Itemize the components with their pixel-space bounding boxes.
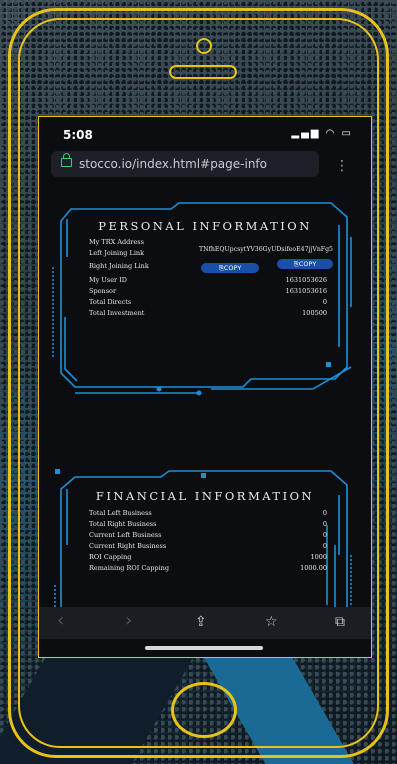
row-value: 1631053626 bbox=[285, 276, 327, 284]
personal-info-title: PERSONAL INFORMATION bbox=[98, 219, 312, 233]
camera-icon bbox=[196, 38, 212, 54]
row-label: Right Joining Link bbox=[89, 262, 149, 270]
info-row-current-right-business: Current Right Business 0 bbox=[89, 542, 327, 553]
browser-toolbar: ‹ › ⇪ ☆ ⧉ bbox=[39, 607, 371, 639]
row-label: Remaining ROI Capping bbox=[89, 564, 169, 572]
info-row-roi-capping: ROI Capping 1000 bbox=[89, 553, 327, 564]
home-button[interactable] bbox=[171, 682, 237, 738]
status-icons: ▂▄▆ ◠ ▭ bbox=[291, 128, 353, 139]
forward-icon[interactable]: › bbox=[125, 610, 132, 631]
info-row-current-left-business: Current Left Business 0 bbox=[89, 531, 327, 542]
row-value: 0 bbox=[322, 520, 327, 528]
row-label: My User ID bbox=[89, 276, 128, 284]
lock-icon bbox=[61, 153, 72, 167]
financial-info-title: FINANCIAL INFORMATION bbox=[95, 489, 315, 503]
row-value: 1000.00 bbox=[300, 564, 327, 572]
info-row-total-left-business: Total Left Business 0 bbox=[89, 509, 327, 520]
address-bar[interactable]: stocco.io/index.html#page-info bbox=[51, 151, 319, 177]
tabs-icon[interactable]: ⧉ bbox=[335, 614, 345, 630]
phone-screen: 5:08 ▂▄▆ ◠ ▭ stocco.io/index.html#page-i… bbox=[38, 116, 372, 658]
status-time: 5:08 bbox=[63, 128, 93, 142]
home-indicator bbox=[145, 646, 263, 650]
status-bar: 5:08 ▂▄▆ ◠ ▭ bbox=[39, 117, 371, 147]
personal-info-card: PERSONAL INFORMATION My TRX Address Left… bbox=[51, 197, 359, 397]
row-label: Total Right Business bbox=[89, 520, 157, 528]
info-row-total-directs: Total Directs 0 bbox=[89, 298, 327, 309]
row-label: ROI Capping bbox=[89, 553, 132, 561]
bookmark-icon[interactable]: ☆ bbox=[265, 614, 278, 630]
row-label: Total Left Business bbox=[89, 509, 152, 517]
copy-left-link-button[interactable]: ⎘COPY bbox=[201, 263, 259, 273]
speaker-icon bbox=[169, 65, 237, 79]
row-value: 1631053616 bbox=[285, 287, 327, 295]
row-label: Left Joining Link bbox=[89, 249, 145, 257]
row-value: 0 bbox=[322, 298, 327, 306]
address-url: stocco.io/index.html#page-info bbox=[79, 157, 267, 171]
row-label: Sponsor bbox=[89, 287, 117, 295]
more-options-icon[interactable]: ⋮ bbox=[335, 159, 349, 173]
info-row-remaining-roi-capping: Remaining ROI Capping 1000.00 bbox=[89, 564, 327, 575]
row-value: 0 bbox=[322, 509, 327, 517]
info-row-total-right-business: Total Right Business 0 bbox=[89, 520, 327, 531]
row-label: Current Left Business bbox=[89, 531, 162, 539]
share-icon[interactable]: ⇪ bbox=[195, 614, 207, 630]
row-label: Total Directs bbox=[89, 298, 132, 306]
trx-address-value: TNfhEQUpcsytYV36GyUDsifeoE47jjVnFg5 bbox=[199, 246, 333, 253]
row-value: 0 bbox=[322, 542, 327, 550]
row-label: Current Right Business bbox=[89, 542, 167, 550]
info-row-total-investment: Total Investment 100500 bbox=[89, 309, 327, 320]
info-row-sponsor: Sponsor 1631053616 bbox=[89, 287, 327, 298]
financial-info-card: FINANCIAL INFORMATION Total Left Busines… bbox=[51, 465, 359, 625]
row-value: 100500 bbox=[302, 309, 327, 317]
row-label: Total Investment bbox=[89, 309, 145, 317]
copy-right-link-button[interactable]: ⎘COPY bbox=[277, 259, 333, 269]
back-icon[interactable]: ‹ bbox=[57, 610, 64, 631]
row-value: 1000 bbox=[310, 553, 327, 561]
row-value: 0 bbox=[322, 531, 327, 539]
row-label: My TRX Address bbox=[89, 238, 144, 246]
info-row-user-id: My User ID 1631053626 bbox=[89, 276, 327, 287]
